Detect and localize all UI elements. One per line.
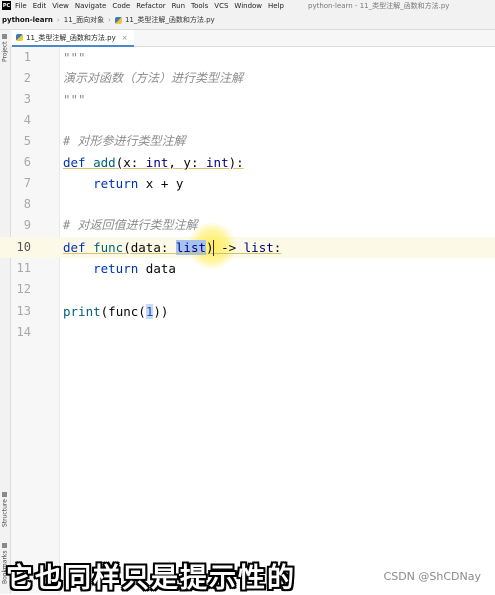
- breadcrumb: python-learn › 11_面向对象 › 11_类型注解_函数和方法.p…: [0, 11, 495, 30]
- code-token: , y:: [168, 155, 207, 170]
- video-subtitle: 它也同样只是提示性的: [6, 563, 296, 594]
- breadcrumb-project[interactable]: python-learn: [2, 16, 53, 24]
- code-token: data: [138, 261, 176, 276]
- menu-code[interactable]: Code: [112, 2, 130, 10]
- line-number: 6: [23, 155, 31, 169]
- code-line-2[interactable]: 演示对函数（方法）进行类型注解: [63, 68, 243, 89]
- function-name: func: [93, 240, 124, 255]
- menu-navigate[interactable]: Navigate: [75, 2, 106, 10]
- code-token: (x:: [115, 155, 146, 170]
- code-line-6[interactable]: # 对形参进行类型注解: [63, 131, 185, 152]
- breadcrumb-separator-icon: ›: [56, 16, 60, 24]
- menu-vcs[interactable]: VCS: [214, 2, 228, 10]
- menu-run[interactable]: Run: [172, 2, 185, 10]
- breadcrumb-file[interactable]: 11_类型注解_函数和方法.py: [125, 15, 215, 25]
- line-number: 9: [23, 218, 31, 232]
- editor-tab-bar: 11_类型注解_函数和方法.py ×: [10, 30, 495, 47]
- code-token: )): [153, 304, 169, 319]
- line-number: 3: [23, 92, 31, 106]
- code-token: :: [273, 240, 282, 255]
- menu-edit[interactable]: Edit: [33, 2, 47, 10]
- line-number: 12: [16, 282, 31, 296]
- line-number: 5: [23, 134, 31, 148]
- code-line-13[interactable]: print(func(1)): [63, 301, 168, 322]
- keyword-return: return: [93, 261, 139, 276]
- menu-window[interactable]: Window: [234, 2, 262, 10]
- window-title: python-learn - 11_类型注解_函数和方法.py: [308, 1, 450, 10]
- code-line-7[interactable]: def add(x: int, y: int):: [63, 152, 244, 173]
- menu-refactor[interactable]: Refactor: [136, 2, 165, 10]
- line-number-current: 10: [16, 240, 31, 254]
- python-file-icon: [114, 16, 122, 24]
- code-line-1[interactable]: """: [63, 47, 86, 68]
- structure-tool-label: Structure: [1, 499, 9, 527]
- structure-icon: [2, 492, 8, 498]
- code-line-10[interactable]: def func(data: list) -> list:: [63, 237, 281, 258]
- line-number: 4: [23, 113, 31, 127]
- project-tool-button[interactable]: Project: [0, 34, 10, 62]
- code-token: ):: [228, 155, 244, 170]
- code-token: (: [138, 304, 146, 319]
- text-cursor-icon: [213, 240, 214, 256]
- code-line-9[interactable]: # 对返回值进行类型注解: [63, 215, 197, 236]
- breadcrumb-separator-icon: ›: [108, 16, 111, 24]
- tab-label: 11_类型注解_函数和方法.py: [26, 33, 116, 42]
- code-line-11[interactable]: return data: [63, 258, 176, 279]
- line-number: 13: [16, 304, 31, 318]
- code-line-8[interactable]: return x + y: [63, 173, 183, 194]
- type-int: int: [145, 155, 169, 170]
- keyword-def: def: [63, 240, 86, 255]
- menu-tools[interactable]: Tools: [191, 2, 208, 10]
- code-line-3[interactable]: """: [63, 89, 86, 110]
- folder-icon: [2, 34, 8, 40]
- app-logo-icon: PC: [2, 1, 11, 10]
- project-tool-label: Project: [1, 41, 9, 62]
- keyword-return: return: [93, 176, 139, 191]
- code-token: (data:: [123, 240, 176, 255]
- type-list-selected: list: [175, 240, 207, 255]
- code-token: ) ->: [206, 240, 244, 255]
- menu-help[interactable]: Help: [268, 2, 284, 10]
- tab-current-file[interactable]: 11_类型注解_函数和方法.py ×: [12, 30, 134, 47]
- line-number: 14: [16, 325, 31, 339]
- watermark: CSDN @ShCDNay: [383, 570, 481, 583]
- line-number: 7: [23, 176, 31, 190]
- breadcrumb-folder[interactable]: 11_面向对象: [64, 15, 104, 25]
- line-number: 8: [23, 197, 31, 211]
- line-number: 1: [23, 50, 31, 64]
- python-file-icon: [16, 34, 23, 41]
- left-tool-strip: Project Structure Bookmarks: [0, 30, 11, 594]
- menu-file[interactable]: File: [15, 2, 27, 10]
- menu-bar: PC File Edit View Navigate Code Refactor…: [0, 0, 495, 11]
- close-icon[interactable]: ×: [122, 34, 128, 42]
- function-name: print: [63, 304, 101, 319]
- type-list: list: [243, 240, 274, 255]
- function-name: add: [93, 155, 116, 170]
- bookmark-icon: [2, 543, 8, 549]
- keyword-def: def: [63, 155, 86, 170]
- menu-view[interactable]: View: [52, 2, 69, 10]
- code-token: x + y: [138, 176, 184, 191]
- line-number: 11: [16, 261, 31, 275]
- line-number: 2: [23, 71, 31, 85]
- structure-tool-button[interactable]: Structure: [0, 485, 10, 527]
- type-int: int: [206, 155, 229, 170]
- function-name: func: [108, 304, 139, 319]
